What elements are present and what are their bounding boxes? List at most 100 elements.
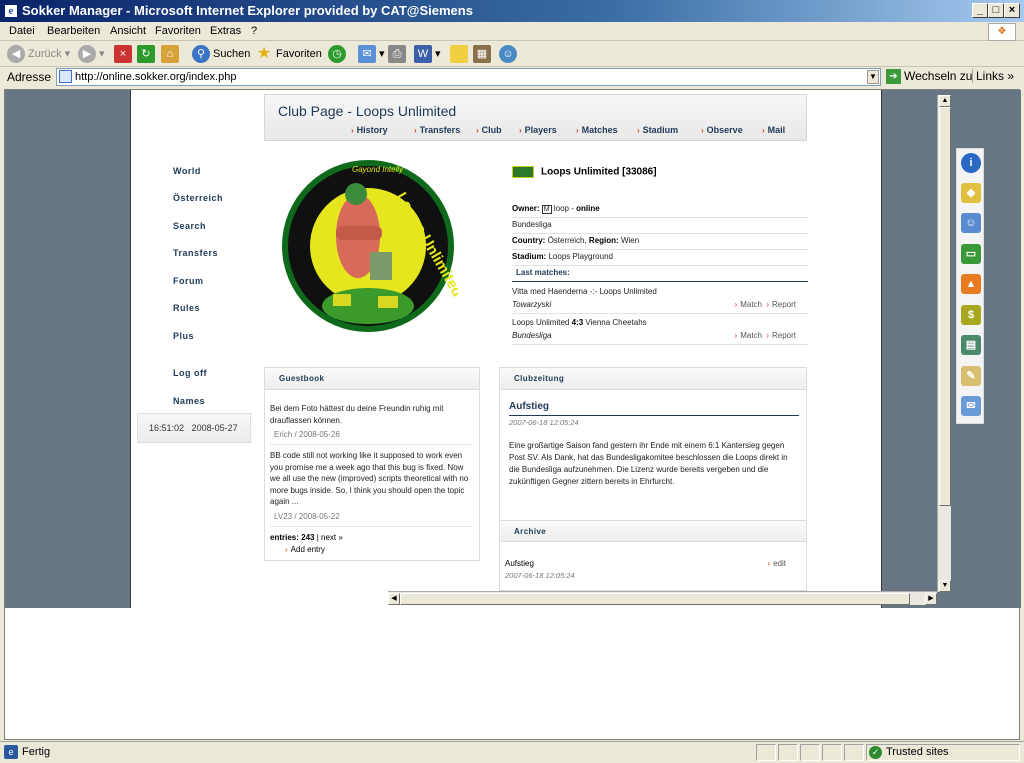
nav-rules[interactable]: Rules — [173, 303, 200, 313]
clock-time: 16:51:02 — [149, 423, 185, 433]
refresh-icon: ↻ — [137, 45, 155, 64]
tab-club[interactable]: › Club — [476, 125, 502, 135]
history-button[interactable]: ◷ — [328, 44, 349, 64]
back-button[interactable]: ◀ Zurück ▾ — [7, 44, 70, 64]
print-button[interactable]: ⎙ — [388, 44, 409, 64]
links-button[interactable]: Links » — [972, 69, 1014, 83]
vertical-scroll-thumb[interactable] — [939, 107, 951, 506]
match-2-league: Bundesliga — [512, 331, 552, 340]
title-bar: e Sokker Manager - Microsoft Internet Ex… — [0, 0, 1024, 22]
tab-matches[interactable]: › Matches — [576, 125, 618, 135]
players-icon[interactable]: ☺ — [961, 213, 981, 233]
go-button[interactable]: ➔ Wechseln zu — [886, 69, 972, 85]
security-zone[interactable]: ✓ Trusted sites — [866, 744, 1020, 761]
maximize-button[interactable]: □ — [988, 3, 1004, 18]
scroll-left-icon[interactable]: ◀ — [388, 593, 400, 605]
scroll-up-icon[interactable]: ▲ — [939, 95, 951, 107]
match-1-match-link[interactable]: › Match — [735, 298, 762, 312]
article-date: 2007-06-18 12:05:24 — [509, 418, 579, 427]
address-dropdown-icon[interactable]: ▼ — [867, 70, 879, 84]
archive-item[interactable]: Aufstieg — [505, 559, 534, 568]
mail-envelope-icon: ✉ — [358, 45, 376, 64]
history-icon: ◷ — [328, 45, 346, 64]
league-row[interactable]: Bundesliga — [512, 218, 808, 234]
forward-button[interactable]: ▶ ▾ — [78, 44, 105, 64]
menu-datei[interactable]: Datei — [9, 25, 35, 37]
window-title: Sokker Manager - Microsoft Internet Expl… — [22, 3, 473, 18]
page-background: World Österreich Search Transfers Forum … — [5, 90, 1021, 608]
tab-transfers[interactable]: › Transfers — [414, 125, 460, 135]
stop-button[interactable]: × — [114, 44, 135, 64]
menu-bar: Datei Bearbeiten Ansicht Favoriten Extra… — [0, 22, 1024, 41]
edit-button[interactable]: W ▾ — [414, 44, 441, 64]
search-button[interactable]: ⚲ Suchen — [192, 44, 250, 64]
favorites-button[interactable]: ★ Favoriten — [255, 44, 322, 64]
go-arrow-icon: ➔ — [886, 69, 901, 85]
cone-icon[interactable]: ▲ — [961, 274, 981, 294]
money-icon[interactable]: $ — [961, 305, 981, 325]
tab-mail[interactable]: › Mail — [762, 125, 785, 135]
home-button[interactable]: ⌂ — [161, 44, 182, 64]
notepad-icon[interactable]: ✎ — [961, 366, 981, 386]
nav-world[interactable]: World — [173, 166, 201, 176]
discuss-button[interactable] — [450, 44, 471, 64]
clock-date: 2008-05-27 — [191, 423, 238, 433]
match-2-report-link[interactable]: › Report — [766, 329, 796, 343]
menu-bearbeiten[interactable]: Bearbeiten — [47, 25, 100, 37]
nav-oesterreich[interactable]: Österreich — [173, 193, 223, 203]
stop-icon: × — [114, 45, 132, 64]
content-area: World Österreich Search Transfers Forum … — [130, 90, 984, 608]
horizontal-scrollbar[interactable]: ◀ ▶ — [388, 591, 937, 605]
article-text: Eine großartige Saison fand gestern ihr … — [509, 441, 788, 486]
tab-stadium[interactable]: › Stadium — [637, 125, 678, 135]
toolbar: ◀ Zurück ▾ ▶ ▾ × ↻ ⌂ ⚲ Suchen ★ Favoriten ◷ … — [0, 41, 1024, 67]
tab-players[interactable]: › Players — [519, 125, 557, 135]
vertical-scrollbar[interactable]: ▲ ▼ — [937, 95, 951, 592]
research-button[interactable]: ▦ — [473, 44, 494, 64]
home-icon: ⌂ — [161, 45, 179, 64]
mail-button[interactable]: ✉ ▾ — [358, 44, 385, 64]
archive-heading: Archive — [500, 520, 806, 542]
nav-transfers[interactable]: Transfers — [173, 248, 218, 258]
quick-icon-sidebar: i ◆ ☺ ▭ ▲ $ ▤ ✎ ✉ — [956, 148, 984, 424]
tab-history[interactable]: › History — [351, 125, 388, 135]
close-button[interactable]: × — [1004, 3, 1020, 18]
nav-search[interactable]: Search — [173, 221, 206, 231]
info-icon[interactable]: i — [961, 153, 981, 173]
match-1-report-link[interactable]: › Report — [766, 298, 796, 312]
guestbook-next-link[interactable]: next » — [321, 533, 343, 542]
nav-names[interactable]: Names — [173, 396, 205, 406]
field-icon[interactable]: ▭ — [961, 244, 981, 264]
browser-viewport: World Österreich Search Transfers Forum … — [4, 89, 1021, 740]
minimize-button[interactable]: _ — [972, 3, 988, 18]
menu-ansicht[interactable]: Ansicht — [110, 25, 146, 37]
word-icon: W — [414, 45, 432, 64]
mail-icon[interactable]: ✉ — [961, 396, 981, 416]
address-bar: Adresse http://online.sokker.org/index.p… — [0, 67, 1024, 88]
status-cell — [778, 744, 798, 761]
nav-forum[interactable]: Forum — [173, 276, 204, 286]
scroll-right-icon[interactable]: ▶ — [925, 593, 937, 605]
archive-edit-link[interactable]: › edit — [767, 559, 786, 568]
refresh-button[interactable]: ↻ — [137, 44, 158, 64]
menu-help[interactable]: ? — [251, 25, 257, 37]
menu-favoriten[interactable]: Favoriten — [155, 25, 201, 37]
scroll-down-icon[interactable]: ▼ — [939, 580, 951, 592]
owner-row: Owner: M loop - online — [512, 202, 808, 218]
nav-log-off[interactable]: Log off — [173, 368, 207, 378]
horizontal-scroll-thumb[interactable] — [400, 593, 910, 605]
shield-icon[interactable]: ◆ — [961, 183, 981, 203]
tab-observe[interactable]: › Observe — [701, 125, 743, 135]
forward-arrow-icon: ▶ — [78, 45, 96, 64]
messenger-button[interactable]: ☺ — [499, 44, 520, 64]
menu-extras[interactable]: Extras — [210, 25, 241, 37]
nav-plus[interactable]: Plus — [173, 331, 194, 341]
address-input[interactable]: http://online.sokker.org/index.php ▼ — [56, 68, 881, 86]
back-arrow-icon: ◀ — [7, 45, 25, 64]
star-icon: ★ — [256, 45, 272, 63]
address-url: http://online.sokker.org/index.php — [75, 71, 237, 83]
match-2-match-link[interactable]: › Match — [735, 329, 762, 343]
add-entry-link[interactable]: › Add entry — [285, 545, 325, 554]
owner-link[interactable]: loop — [554, 204, 569, 213]
book-icon[interactable]: ▤ — [961, 335, 981, 355]
